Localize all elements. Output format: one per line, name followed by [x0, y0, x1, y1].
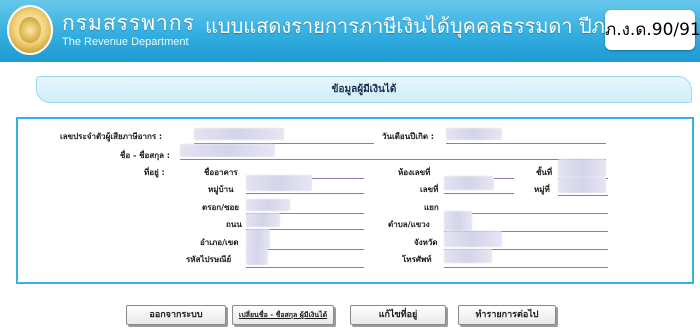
address-label: ที่อยู่ :: [144, 168, 165, 177]
edit-address-button[interactable]: แก้ไขที่อยู่: [350, 305, 446, 325]
road-label: ถนน: [226, 220, 242, 229]
birthdate-value: [446, 128, 502, 140]
subdistrict-value: [444, 211, 472, 231]
name-field[interactable]: [180, 159, 606, 160]
postcode-value: [246, 247, 268, 265]
floor-label: ชั้นที่: [536, 168, 553, 177]
birthdate-label: วันเดือนปีเกิด :: [382, 132, 434, 141]
form-code-badge: ภ.ง.ด.90/91: [605, 10, 700, 50]
taxpayer-id-value: [194, 128, 284, 140]
name-label: ชื่อ - ชื่อสกุล :: [120, 151, 170, 160]
taxpayer-id-label: เลขประจำตัวผู้เสียภาษีอากร :: [60, 132, 163, 141]
junction-label: แยก: [424, 203, 439, 212]
header-bar: กรมสรรพากร The Revenue Department แบบแสด…: [0, 0, 700, 62]
house-no-label: เลขที่: [420, 185, 439, 194]
room-label: ห้องเลขที่: [398, 168, 431, 177]
phone-label: โทรศัพท์: [402, 255, 432, 264]
moo-value: [558, 177, 606, 193]
soi-label: ตรอก/ซอย: [202, 203, 239, 212]
section-title: ข้อมูลผู้มีเงินได้: [331, 84, 397, 95]
subdistrict-label: ตำบล/แขวง: [388, 220, 430, 229]
province-value: [444, 231, 502, 247]
building-label: ชื่ออาคาร: [204, 168, 238, 177]
next-step-button[interactable]: ทำรายการต่อไป: [458, 305, 556, 325]
revenue-department-logo-icon: [7, 5, 53, 55]
name-value: [180, 144, 275, 157]
logout-button[interactable]: ออกจากระบบ: [126, 305, 226, 325]
district-value: [246, 229, 270, 249]
phone-value: [444, 249, 492, 263]
postcode-label: รหัสไปรษณีย์: [186, 255, 232, 264]
village-label: หมู่บ้าน: [208, 185, 234, 194]
village-field[interactable]: [246, 193, 364, 194]
floor-value: [558, 159, 606, 177]
province-label: จังหวัด: [414, 238, 438, 247]
department-name-english: The Revenue Department: [62, 36, 189, 48]
postcode-field[interactable]: [246, 267, 364, 268]
section-banner: ข้อมูลผู้มีเงินได้: [36, 76, 692, 103]
moo-field[interactable]: [558, 195, 608, 196]
house-no-value: [444, 176, 494, 190]
house-no-field[interactable]: [444, 193, 514, 194]
birthdate-field[interactable]: [446, 143, 606, 144]
moo-label: หมู่ที่: [534, 185, 550, 194]
taxpayer-info-form: เลขประจำตัวผู้เสียภาษีอากร : วันเดือนปีเ…: [16, 117, 694, 284]
district-label: อำเภอ/เขต: [200, 238, 239, 247]
village-value: [246, 175, 312, 191]
soi-value: [246, 199, 290, 211]
phone-field[interactable]: [444, 267, 608, 268]
road-value: [246, 213, 280, 227]
change-name-button-label: เปลี่ยนชื่อ - ชื่อสกุล ผู้มีเงินได้: [238, 311, 328, 319]
change-name-button[interactable]: เปลี่ยนชื่อ - ชื่อสกุล ผู้มีเงินได้: [232, 305, 334, 325]
